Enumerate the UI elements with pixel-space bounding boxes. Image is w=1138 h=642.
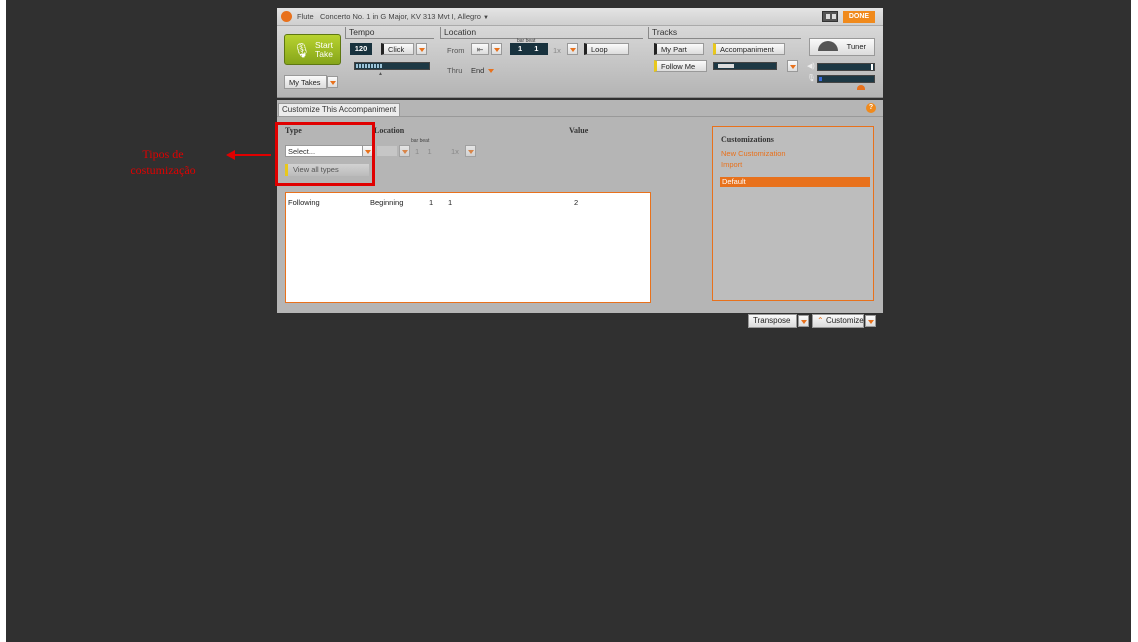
- done-button[interactable]: DONE: [843, 11, 875, 23]
- speaker-icon: ◀): [807, 63, 815, 70]
- mic-level-marker-icon: [857, 85, 865, 90]
- tab-customize-accompaniment[interactable]: Customize This Accompaniment: [278, 103, 401, 116]
- click-dropdown[interactable]: [416, 43, 427, 55]
- from-dropdown[interactable]: [491, 43, 502, 55]
- piece-selector[interactable]: Flute Concerto No. 1 in G Major, KV 313 …: [297, 12, 489, 21]
- customize-button[interactable]: ⌃ Customize: [812, 314, 864, 328]
- default-customization-item[interactable]: Default: [720, 177, 870, 187]
- annotation-highlight-box: [275, 122, 375, 186]
- transpose-button[interactable]: Transpose: [748, 314, 797, 328]
- toolbar: 🎙 Start Take My Takes Tempo 120 Click ▲ …: [277, 26, 883, 98]
- tempo-label: Tempo: [345, 27, 434, 39]
- repeat-dropdown[interactable]: [567, 43, 578, 55]
- playback-volume-slider[interactable]: [817, 63, 875, 71]
- row-bar: 1: [429, 198, 434, 207]
- panel-location-bar: 1: [415, 147, 420, 156]
- mic-level-fill: [819, 77, 822, 81]
- location-bar: 1: [518, 44, 523, 53]
- annotation-arrow-line: [234, 154, 271, 156]
- panel-bar-beat-label: bar beat: [411, 138, 430, 144]
- desktop-background: Flute Concerto No. 1 in G Major, KV 313 …: [6, 0, 1131, 642]
- annotation-arrow-icon: [226, 150, 235, 160]
- from-start-glyph: ⇤: [476, 45, 484, 54]
- row-type: Following: [288, 198, 320, 207]
- list-item[interactable]: Following: [288, 198, 320, 207]
- row-value: 2: [574, 198, 579, 207]
- location-header: Location: [374, 126, 405, 135]
- follow-me-button[interactable]: Follow Me: [654, 60, 707, 72]
- row-beat: 1: [448, 198, 453, 207]
- transpose-dropdown[interactable]: [798, 315, 809, 327]
- annotation-line1: Tipos de: [142, 147, 184, 161]
- location-bar-beat-display[interactable]: 1 1: [510, 43, 548, 55]
- tempo-slider-fill: [356, 64, 382, 68]
- click-button[interactable]: Click: [381, 43, 414, 55]
- accompaniment-volume-fill: [718, 64, 734, 68]
- start-take-label: Start Take: [311, 41, 337, 59]
- help-icon[interactable]: ?: [866, 103, 876, 113]
- mic-level-slider[interactable]: [817, 75, 875, 83]
- tempo-value[interactable]: 120: [350, 43, 372, 55]
- tuner-icon: [818, 41, 838, 51]
- instrument-name: Flute: [297, 12, 314, 21]
- start-take-line2: Take: [315, 49, 333, 59]
- tracks-label: Tracks: [648, 27, 801, 39]
- thru-dropdown[interactable]: [488, 69, 494, 73]
- playback-volume-handle[interactable]: [871, 64, 873, 70]
- microphone-icon: 🎙: [293, 42, 311, 58]
- tempo-slider[interactable]: [354, 62, 430, 70]
- panel-repeat-dropdown: [465, 145, 476, 157]
- value-header: Value: [569, 126, 589, 135]
- customization-list: Following Beginning 1 1 2: [285, 192, 651, 303]
- customize-dropdown[interactable]: [865, 315, 876, 327]
- customizations-title: Customizations: [721, 135, 774, 144]
- new-customization-link[interactable]: New Customization: [721, 149, 786, 158]
- panel-location-beat: 1: [427, 147, 432, 156]
- app-logo-icon: [281, 11, 292, 22]
- chevron-up-icon: ⌃: [817, 316, 824, 325]
- accompaniment-volume-slider[interactable]: [713, 62, 777, 70]
- my-takes-dropdown[interactable]: [327, 76, 338, 88]
- my-part-button[interactable]: My Part: [654, 43, 704, 55]
- annotation-line2: costumização: [130, 163, 196, 177]
- location-bar-beat-fields: 1 1: [415, 147, 445, 156]
- tab-divider: [277, 116, 883, 117]
- follow-me-dropdown[interactable]: [787, 60, 798, 72]
- tuner-label: Tuner: [846, 42, 866, 51]
- thru-label: Thru: [447, 66, 463, 75]
- tempo-slider-marker-icon: ▲: [378, 71, 383, 77]
- start-take-button[interactable]: 🎙 Start Take: [284, 34, 341, 65]
- title-bar: Flute Concerto No. 1 in G Major, KV 313 …: [277, 8, 883, 26]
- tuner-button[interactable]: Tuner: [809, 38, 875, 56]
- location-beat: 1: [534, 44, 539, 53]
- chevron-down-icon: ▼: [482, 15, 489, 21]
- piece-title: Concerto No. 1 in G Major, KV 313 Mvt I,…: [319, 12, 481, 21]
- repeat-count[interactable]: 1x: [553, 46, 561, 55]
- import-link[interactable]: Import: [721, 160, 742, 169]
- location-mode-select: [377, 146, 397, 156]
- panel-repeat-count: 1x: [451, 147, 459, 156]
- from-label: From: [447, 46, 465, 55]
- thru-end-value[interactable]: End: [471, 66, 484, 75]
- customizations-panel: Customizations New Customization Import …: [712, 126, 874, 301]
- mic-level-icon: 🎙: [807, 75, 816, 82]
- from-start-icon[interactable]: ⇤: [471, 43, 489, 55]
- accompaniment-button[interactable]: Accompaniment: [713, 43, 785, 55]
- location-label: Location: [440, 27, 643, 39]
- location-mode-dropdown: [399, 145, 410, 157]
- layout-toggle-icon[interactable]: [822, 11, 838, 22]
- annotation-label: Tipos de costumização: [98, 146, 228, 178]
- customize-label: Customize: [825, 316, 864, 325]
- row-location: Beginning: [370, 198, 404, 207]
- loop-button[interactable]: Loop: [584, 43, 629, 55]
- my-takes-button[interactable]: My Takes: [284, 75, 327, 89]
